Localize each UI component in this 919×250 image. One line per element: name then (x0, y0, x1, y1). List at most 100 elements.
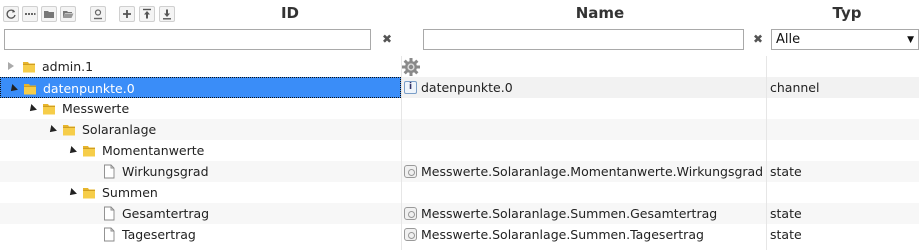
type-cell (767, 182, 919, 203)
name-cell: i datenpunkte.0 (401, 77, 767, 98)
refresh-button[interactable] (3, 6, 19, 22)
channel-icon: i (404, 81, 417, 94)
type-cell (767, 140, 919, 161)
tree-folder-row[interactable]: Momentanwerte (0, 140, 919, 161)
name-cell (401, 119, 767, 140)
tree-folder-row[interactable]: Solaranlage (0, 119, 919, 140)
id-cell[interactable]: Summen (0, 182, 401, 203)
folder-icon (23, 81, 37, 96)
object-id-label: Tagesertrag (122, 227, 196, 242)
type-cell: state (770, 164, 802, 179)
type-filter-select[interactable]: Alle ▼ (771, 29, 919, 50)
object-tree-grid: admin.1 datenpunkte.0 i datenpunkte.0 channe… (0, 56, 919, 250)
expand-toggle-closed-icon[interactable] (8, 62, 14, 70)
column-header-id[interactable]: ID (270, 4, 310, 22)
folder-closed-icon (41, 6, 57, 22)
object-id-label: Gesamtertrag (122, 206, 210, 221)
clear-name-filter-button[interactable]: ✖ (751, 31, 765, 47)
type-filter-value: Alle (776, 32, 801, 47)
file-icon (102, 164, 116, 179)
id-cell[interactable]: admin.1 (0, 56, 401, 77)
settings-gear-icon[interactable] (401, 57, 421, 77)
id-cell[interactable]: Gesamtertrag (0, 203, 401, 224)
object-id-label: Wirkungsgrad (122, 164, 209, 179)
download-icon (159, 6, 175, 22)
object-name-label: Messwerte.Solaranlage.Summen.Gesamtertra… (421, 206, 718, 221)
object-id-label: admin.1 (42, 59, 94, 74)
type-cell: channel (770, 80, 820, 95)
object-id-label: Momentanwerte (102, 143, 205, 158)
upload-button[interactable] (139, 6, 155, 22)
folder-icon (22, 59, 36, 74)
name-cell (401, 56, 767, 77)
tree-folder-row[interactable]: datenpunkte.0 i datenpunkte.0 channel (0, 77, 919, 98)
name-cell (401, 98, 767, 119)
tree-folder-row[interactable]: admin.1 (0, 56, 919, 77)
tree-state-row[interactable]: Gesamtertrag Messwerte.Solaranlage.Summen… (0, 203, 919, 224)
list-icon (22, 6, 38, 22)
id-cell[interactable]: Wirkungsgrad (0, 161, 401, 182)
expand-toggle-open-icon[interactable] (27, 104, 37, 114)
tree-state-row[interactable]: Wirkungsgrad Messwerte.Solaranlage.Moment… (0, 161, 919, 182)
type-cell: state (770, 206, 802, 221)
refresh-icon (3, 6, 19, 22)
upload-icon (139, 6, 155, 22)
file-icon (102, 206, 116, 221)
chevron-down-icon: ▼ (907, 35, 914, 45)
name-cell (401, 140, 767, 161)
name-cell (401, 182, 767, 203)
state-icon (404, 165, 417, 178)
state-icon (404, 228, 417, 241)
column-header-type[interactable]: Typ (822, 4, 872, 22)
object-name-label: Messwerte.Solaranlage.Momentanwerte.Wirk… (421, 164, 764, 179)
folder-icon (42, 101, 56, 116)
filter-row: ✖ ✖ Alle ▼ (0, 28, 919, 54)
id-filter-input[interactable] (4, 29, 371, 50)
object-id-label: Messwerte (62, 101, 130, 116)
object-id-label: Solaranlage (82, 122, 157, 137)
user-button[interactable] (90, 6, 106, 22)
grid-header: ID Name Typ (0, 0, 919, 28)
collapse-all-button[interactable] (41, 6, 57, 22)
folder-icon (82, 143, 96, 158)
column-divider (401, 56, 402, 250)
type-cell (767, 119, 919, 140)
download-button[interactable] (159, 6, 175, 22)
tree-folder-row[interactable]: Summen (0, 182, 919, 203)
column-header-name[interactable]: Name (560, 4, 640, 22)
id-cell[interactable]: Messwerte (0, 98, 401, 119)
object-name-label: Messwerte.Solaranlage.Summen.Tagesertrag (421, 227, 704, 242)
id-cell[interactable]: Tagesertrag (0, 224, 401, 245)
folder-icon (62, 122, 76, 137)
file-icon (102, 227, 116, 242)
expand-toggle-open-icon[interactable] (67, 146, 77, 156)
expand-all-button[interactable] (60, 6, 76, 22)
name-cell: Messwerte.Solaranlage.Summen.Gesamtertra… (401, 203, 767, 224)
list-button[interactable] (22, 6, 38, 22)
clear-id-filter-button[interactable]: ✖ (380, 31, 394, 47)
expand-toggle-open-icon[interactable] (47, 125, 57, 135)
user-icon (90, 6, 106, 22)
id-cell[interactable]: Momentanwerte (0, 140, 401, 161)
id-cell[interactable]: Solaranlage (0, 119, 401, 140)
type-cell (767, 98, 919, 119)
id-cell[interactable]: datenpunkte.0 (0, 77, 401, 98)
column-divider (766, 56, 767, 250)
object-name-label: datenpunkte.0 (421, 80, 513, 95)
name-cell: Messwerte.Solaranlage.Summen.Tagesertrag (401, 224, 767, 245)
state-icon (404, 207, 417, 220)
type-cell (767, 56, 919, 77)
expand-toggle-open-icon[interactable] (67, 188, 77, 198)
tree-folder-row[interactable]: Messwerte (0, 98, 919, 119)
folder-open-icon (60, 6, 76, 22)
object-id-label: Summen (102, 185, 158, 200)
add-icon (119, 6, 135, 22)
type-cell: state (770, 227, 802, 242)
folder-icon (82, 185, 96, 200)
tree-state-row[interactable]: Tagesertrag Messwerte.Solaranlage.Summen.… (0, 224, 919, 245)
object-id-label: datenpunkte.0 (43, 81, 135, 96)
name-filter-input[interactable] (423, 29, 744, 50)
name-cell: Messwerte.Solaranlage.Momentanwerte.Wirk… (401, 161, 767, 182)
expand-toggle-open-icon[interactable] (8, 84, 18, 94)
add-button[interactable] (119, 6, 135, 22)
